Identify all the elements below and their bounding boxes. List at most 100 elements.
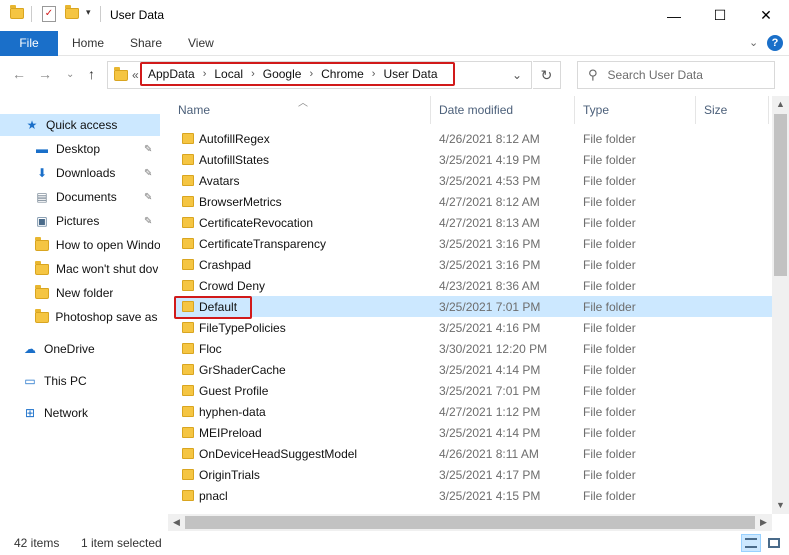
customize-toolbar-icon[interactable]: ▾ xyxy=(86,7,91,18)
sidebar-item[interactable]: ▬ Desktop ✎ xyxy=(0,138,160,160)
file-row[interactable]: Default 3/25/2021 7:01 PM File folder xyxy=(174,296,772,317)
chevron-right-icon[interactable]: › xyxy=(372,68,376,80)
sidebar-item[interactable]: ⊞ Network xyxy=(0,402,160,424)
download-icon: ⬇ xyxy=(36,166,48,180)
pin-icon[interactable]: ✎ xyxy=(144,168,152,179)
recent-locations-button[interactable]: ⌄ xyxy=(66,69,74,80)
breadcrumb-item-user-data[interactable]: User Data xyxy=(383,67,437,81)
column-divider[interactable] xyxy=(695,96,696,124)
file-row[interactable]: Floc 3/30/2021 12:20 PM File folder xyxy=(174,338,772,359)
sidebar-item[interactable]: How to open Windo xyxy=(0,234,160,256)
file-type: File folder xyxy=(583,299,636,314)
scroll-left-icon[interactable]: ◀ xyxy=(168,514,185,531)
sidebar-item[interactable]: ⬇ Downloads ✎ xyxy=(0,162,160,184)
column-header-date-modified[interactable]: Date modified xyxy=(439,103,513,117)
properties-icon[interactable]: ✓ xyxy=(42,6,56,22)
horizontal-scrollbar[interactable]: ◀ ▶ xyxy=(168,514,772,531)
breadcrumb-item-google[interactable]: Google xyxy=(263,67,302,81)
file-row[interactable]: Crashpad 3/25/2021 3:16 PM File folder xyxy=(174,254,772,275)
file-row[interactable]: AutofillRegex 4/26/2021 8:12 AM File folde… xyxy=(174,128,772,149)
column-header-type[interactable]: Type xyxy=(583,103,609,117)
file-row[interactable]: GrShaderCache 3/25/2021 4:14 PM File folde… xyxy=(174,359,772,380)
file-date-modified: 4/23/2021 8:36 AM xyxy=(439,278,540,293)
folder-icon xyxy=(182,322,194,333)
scroll-up-icon[interactable]: ▲ xyxy=(772,96,789,113)
sidebar-item[interactable]: ☁ OneDrive xyxy=(0,338,160,360)
sidebar-item[interactable]: Photoshop save as I xyxy=(0,306,160,328)
file-name: AutofillRegex xyxy=(199,131,270,146)
file-row[interactable]: MEIPreload 3/25/2021 4:14 PM File folder xyxy=(174,422,772,443)
file-date-modified: 3/25/2021 3:16 PM xyxy=(439,257,541,272)
file-row[interactable]: OnDeviceHeadSuggestModel 4/26/2021 8:11 A… xyxy=(174,443,772,464)
details-view-icon xyxy=(745,538,757,548)
column-divider[interactable] xyxy=(768,96,769,124)
chevron-right-icon[interactable]: › xyxy=(251,68,255,80)
sidebar-item-label: OneDrive xyxy=(44,342,95,356)
search-input[interactable]: ⚲ Search User Data xyxy=(577,61,775,89)
pin-icon[interactable]: ✎ xyxy=(144,192,152,203)
sidebar-item[interactable]: ▣ Pictures ✎ xyxy=(0,210,160,232)
column-divider[interactable] xyxy=(574,96,575,124)
file-row[interactable]: CertificateTransparency 3/25/2021 3:16 PM… xyxy=(174,233,772,254)
vertical-scrollbar[interactable]: ▲ ▼ xyxy=(772,96,789,514)
new-folder-icon[interactable] xyxy=(65,5,79,19)
overflow-icon[interactable]: « xyxy=(132,68,139,82)
minimize-button[interactable]: — xyxy=(651,0,697,31)
file-date-modified: 3/25/2021 4:17 PM xyxy=(439,467,541,482)
folder-icon xyxy=(182,406,194,417)
file-row[interactable]: Crowd Deny 4/23/2021 8:36 AM File folder xyxy=(174,275,772,296)
maximize-button[interactable]: ☐ xyxy=(697,0,743,31)
up-button[interactable]: ↑ xyxy=(88,66,95,82)
close-button[interactable]: ✕ xyxy=(743,0,789,31)
chevron-right-icon[interactable]: › xyxy=(309,68,313,80)
sidebar-item[interactable]: ▤ Documents ✎ xyxy=(0,186,160,208)
breadcrumb-item-appdata[interactable]: AppData xyxy=(148,67,195,81)
file-date-modified: 3/25/2021 4:53 PM xyxy=(439,173,541,188)
large-icons-view-button[interactable] xyxy=(764,534,784,552)
file-row[interactable]: AutofillStates 3/25/2021 4:19 PM File fold… xyxy=(174,149,772,170)
back-button[interactable]: ← xyxy=(12,66,26,82)
file-row[interactable]: OriginTrials 3/25/2021 4:17 PM File folder xyxy=(174,464,772,485)
help-icon[interactable]: ? xyxy=(767,35,783,51)
column-divider[interactable] xyxy=(430,96,431,124)
pin-icon[interactable]: ✎ xyxy=(144,216,152,227)
file-row[interactable]: Guest Profile 3/25/2021 7:01 PM File folde… xyxy=(174,380,772,401)
folder-icon xyxy=(182,196,194,207)
details-view-button[interactable] xyxy=(741,534,761,552)
scrollbar-thumb[interactable] xyxy=(774,114,787,276)
breadcrumb-item-local[interactable]: Local xyxy=(214,67,243,81)
file-row[interactable]: BrowserMetrics 4/27/2021 8:12 AM File fold… xyxy=(174,191,772,212)
column-header-size[interactable]: Size xyxy=(704,103,727,117)
file-row[interactable]: FileTypePolicies 3/25/2021 4:16 PM File fo… xyxy=(174,317,772,338)
tab-home[interactable]: Home xyxy=(72,31,104,56)
scrollbar-thumb[interactable] xyxy=(185,516,755,529)
tab-share[interactable]: Share xyxy=(130,31,162,56)
selection-count: 1 item selected xyxy=(81,536,162,550)
tab-view[interactable]: View xyxy=(188,31,214,56)
sidebar-item[interactable]: ▭ This PC xyxy=(0,370,160,392)
file-name: CertificateRevocation xyxy=(199,215,314,230)
sidebar-item[interactable]: ★ Quick access xyxy=(0,114,160,136)
file-row[interactable]: pnacl 3/25/2021 4:15 PM File folder xyxy=(174,485,772,506)
refresh-button[interactable]: ↻ xyxy=(533,61,561,89)
pin-icon[interactable]: ✎ xyxy=(144,144,152,155)
item-count: 42 items xyxy=(14,536,60,550)
breadcrumb-item-chrome[interactable]: Chrome xyxy=(321,67,364,81)
sidebar-item[interactable]: New folder xyxy=(0,282,160,304)
file-row[interactable]: Avatars 3/25/2021 4:53 PM File folder xyxy=(174,170,772,191)
file-row[interactable]: hyphen-data 4/27/2021 1:12 PM File folder xyxy=(174,401,772,422)
folder-icon xyxy=(182,280,194,291)
scroll-right-icon[interactable]: ▶ xyxy=(755,514,772,531)
expand-ribbon-icon[interactable]: ⌄ xyxy=(749,36,758,49)
tab-file[interactable]: File xyxy=(0,31,58,56)
file-row[interactable]: CertificateRevocation 4/27/2021 8:13 AM Fi… xyxy=(174,212,772,233)
sidebar-item[interactable]: Mac won't shut dov xyxy=(0,258,160,280)
file-name: hyphen-data xyxy=(199,404,266,419)
column-header-name[interactable]: Name xyxy=(178,103,210,117)
file-date-modified: 3/25/2021 7:01 PM xyxy=(439,383,541,398)
chevron-right-icon[interactable]: › xyxy=(203,68,207,80)
folder-icon xyxy=(182,448,194,459)
history-dropdown-icon[interactable]: ⌄ xyxy=(512,68,522,82)
forward-button[interactable]: → xyxy=(38,66,52,82)
scroll-down-icon[interactable]: ▼ xyxy=(772,497,789,514)
